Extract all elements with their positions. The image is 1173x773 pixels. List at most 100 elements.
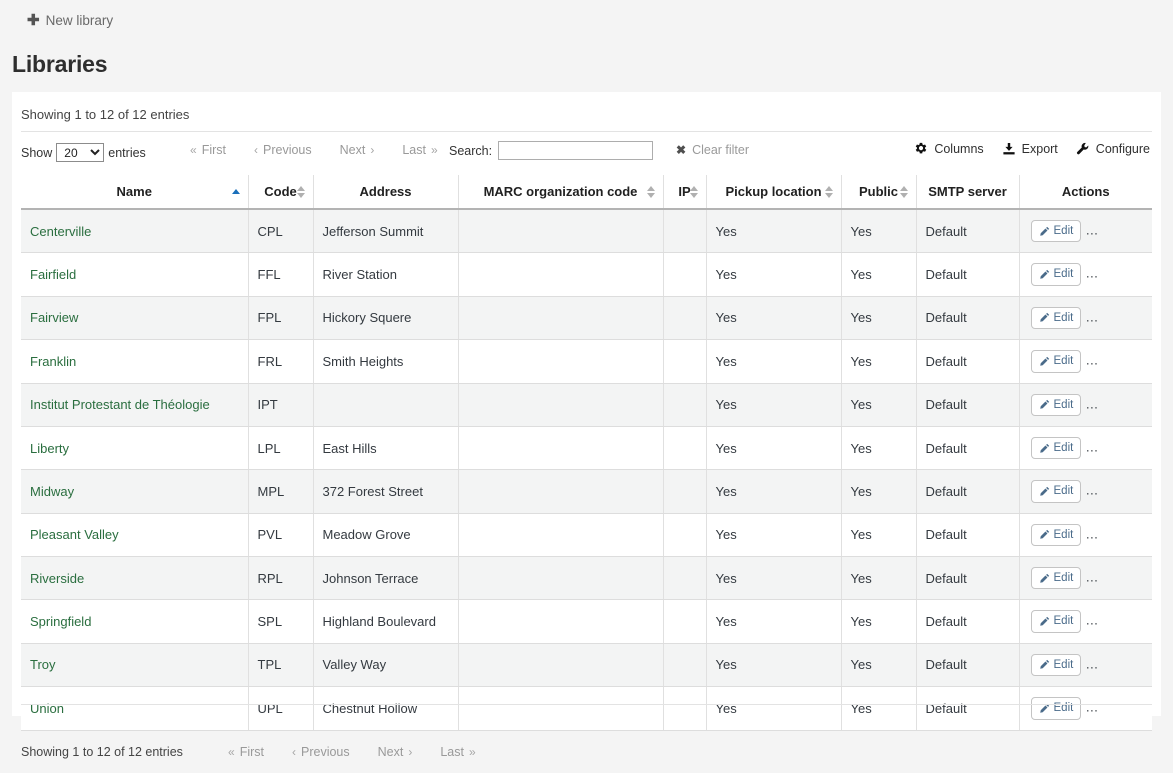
new-library-button[interactable]: ✚ New library — [27, 13, 113, 28]
cell-pickup-location: Yes — [706, 426, 841, 469]
edit-button[interactable]: Edit — [1031, 567, 1082, 589]
export-button[interactable]: Export — [1002, 142, 1058, 156]
table-header-row: NameCodeAddressMARC organization codeIPP… — [21, 175, 1152, 209]
edit-button[interactable]: Edit — [1031, 654, 1082, 676]
edit-label: Edit — [1054, 398, 1074, 412]
library-link[interactable]: Centerville — [30, 224, 91, 239]
edit-label: Edit — [1054, 528, 1074, 542]
double-chevron-right-icon: » — [431, 143, 438, 157]
pagination-next-top[interactable]: Next › — [326, 143, 389, 157]
delete-label: Delete — [1107, 224, 1140, 238]
library-link[interactable]: Riverside — [30, 571, 84, 586]
edit-button[interactable]: Edit — [1031, 437, 1082, 459]
clear-filter-label: Clear filter — [692, 143, 749, 157]
cell-smtp-server: Default — [916, 470, 1019, 513]
cell-actions: EditDelete — [1019, 470, 1152, 513]
table-head: NameCodeAddressMARC organization codeIPP… — [21, 175, 1152, 209]
cell-name: Fairview — [21, 296, 248, 339]
edit-button[interactable]: Edit — [1031, 350, 1082, 372]
column-header-name[interactable]: Name — [21, 175, 248, 209]
pagination-next-label: Next — [340, 143, 366, 157]
delete-label: Delete — [1107, 571, 1140, 585]
column-header-public[interactable]: Public — [841, 175, 916, 209]
edit-label: Edit — [1054, 441, 1074, 455]
edit-button[interactable]: Edit — [1031, 524, 1082, 546]
pagination-first-top[interactable]: « First — [176, 143, 240, 157]
pagination-last-top[interactable]: Last » — [388, 143, 451, 157]
cell-smtp-server: Default — [916, 209, 1019, 253]
cell-actions: Edit Delete — [1019, 340, 1152, 383]
sort-toggle-icon[interactable] — [297, 186, 305, 198]
column-header-code[interactable]: Code — [248, 175, 313, 209]
columns-button[interactable]: Columns — [914, 142, 983, 156]
library-link[interactable]: Springfield — [30, 614, 91, 629]
cell-ip — [663, 253, 706, 296]
edit-button[interactable]: Edit — [1031, 263, 1082, 285]
cell-pickup-location: Yes — [706, 643, 841, 686]
delete-label: Delete — [1107, 354, 1140, 368]
edit-button[interactable]: Edit — [1031, 394, 1082, 416]
pencil-icon — [1039, 399, 1050, 410]
column-header-label: MARC organization code — [484, 184, 638, 199]
sort-toggle-icon[interactable] — [647, 186, 655, 198]
search-label: Search: — [449, 144, 492, 158]
column-header-pickup-location[interactable]: Pickup location — [706, 175, 841, 209]
pagination-first-label: First — [202, 143, 226, 157]
pagination-last-bottom[interactable]: Last » — [426, 745, 489, 759]
cell-code: FPL — [248, 296, 313, 339]
library-link[interactable]: Fairview — [30, 310, 78, 325]
edit-button[interactable]: Edit — [1031, 307, 1082, 329]
column-header-actions: Actions — [1019, 175, 1152, 209]
edit-button[interactable]: Edit — [1031, 610, 1082, 632]
edit-button[interactable]: Edit — [1031, 697, 1082, 719]
cell-code: CPL — [248, 209, 313, 253]
pagination-previous-bottom[interactable]: ‹ Previous — [278, 745, 364, 759]
pencil-icon — [1039, 443, 1050, 454]
cell-address: East Hills — [313, 426, 458, 469]
sort-toggle-icon[interactable] — [900, 186, 908, 198]
pagination-first-bottom[interactable]: « First — [214, 745, 278, 759]
pencil-icon — [1039, 226, 1050, 237]
table-row: SpringfieldSPLHighland BoulevardYesYesDe… — [21, 600, 1152, 643]
page-length-select[interactable]: 2050100All — [56, 143, 104, 162]
library-link[interactable]: Fairfield — [30, 267, 76, 282]
cell-actions: EditDelete — [1019, 687, 1152, 730]
chevron-right-icon: › — [408, 745, 412, 759]
library-link[interactable]: Midway — [30, 484, 74, 499]
cell-name: Union — [21, 687, 248, 730]
sort-ascending-icon[interactable] — [232, 189, 240, 194]
cell-actions: Edit Delete — [1019, 513, 1152, 556]
library-link[interactable]: Liberty — [30, 441, 69, 456]
edit-button[interactable]: Edit — [1031, 220, 1082, 242]
clear-filter-button[interactable]: ✖ Clear filter — [676, 143, 749, 157]
sort-toggle-icon[interactable] — [690, 186, 698, 198]
table-row: UnionUPLChestnut HollowYesYesDefaultEdit… — [21, 687, 1152, 730]
configure-button[interactable]: Configure — [1076, 142, 1150, 156]
sort-toggle-icon[interactable] — [825, 186, 833, 198]
library-link[interactable]: Institut Protestant de Théologie — [30, 397, 210, 412]
pagination-previous-label: Previous — [263, 143, 312, 157]
cell-name: Institut Protestant de Théologie — [21, 383, 248, 426]
column-header-ip[interactable]: IP — [663, 175, 706, 209]
configure-label: Configure — [1096, 142, 1150, 156]
delete-label: Delete — [1107, 528, 1140, 542]
cell-public: Yes — [841, 340, 916, 383]
cell-public: Yes — [841, 426, 916, 469]
entries-info-top: Showing 1 to 12 of 12 entries — [12, 92, 1161, 122]
library-link[interactable]: Franklin — [30, 354, 76, 369]
cell-name: Liberty — [21, 426, 248, 469]
cell-address: Valley Way — [313, 643, 458, 686]
pagination-last-label: Last — [440, 745, 464, 759]
pagination-next-bottom[interactable]: Next › — [364, 745, 427, 759]
cell-public: Yes — [841, 600, 916, 643]
cell-code: FFL — [248, 253, 313, 296]
library-link[interactable]: Pleasant Valley — [30, 527, 119, 542]
edit-button[interactable]: Edit — [1031, 480, 1082, 502]
column-header-marc-organization-code[interactable]: MARC organization code — [458, 175, 663, 209]
cell-marc-organization-code — [458, 340, 663, 383]
plus-icon: ✚ — [27, 13, 40, 28]
cell-address: Johnson Terrace — [313, 557, 458, 600]
pagination-previous-top[interactable]: ‹ Previous — [240, 143, 326, 157]
library-link[interactable]: Troy — [30, 657, 56, 672]
search-input[interactable] — [498, 141, 653, 160]
